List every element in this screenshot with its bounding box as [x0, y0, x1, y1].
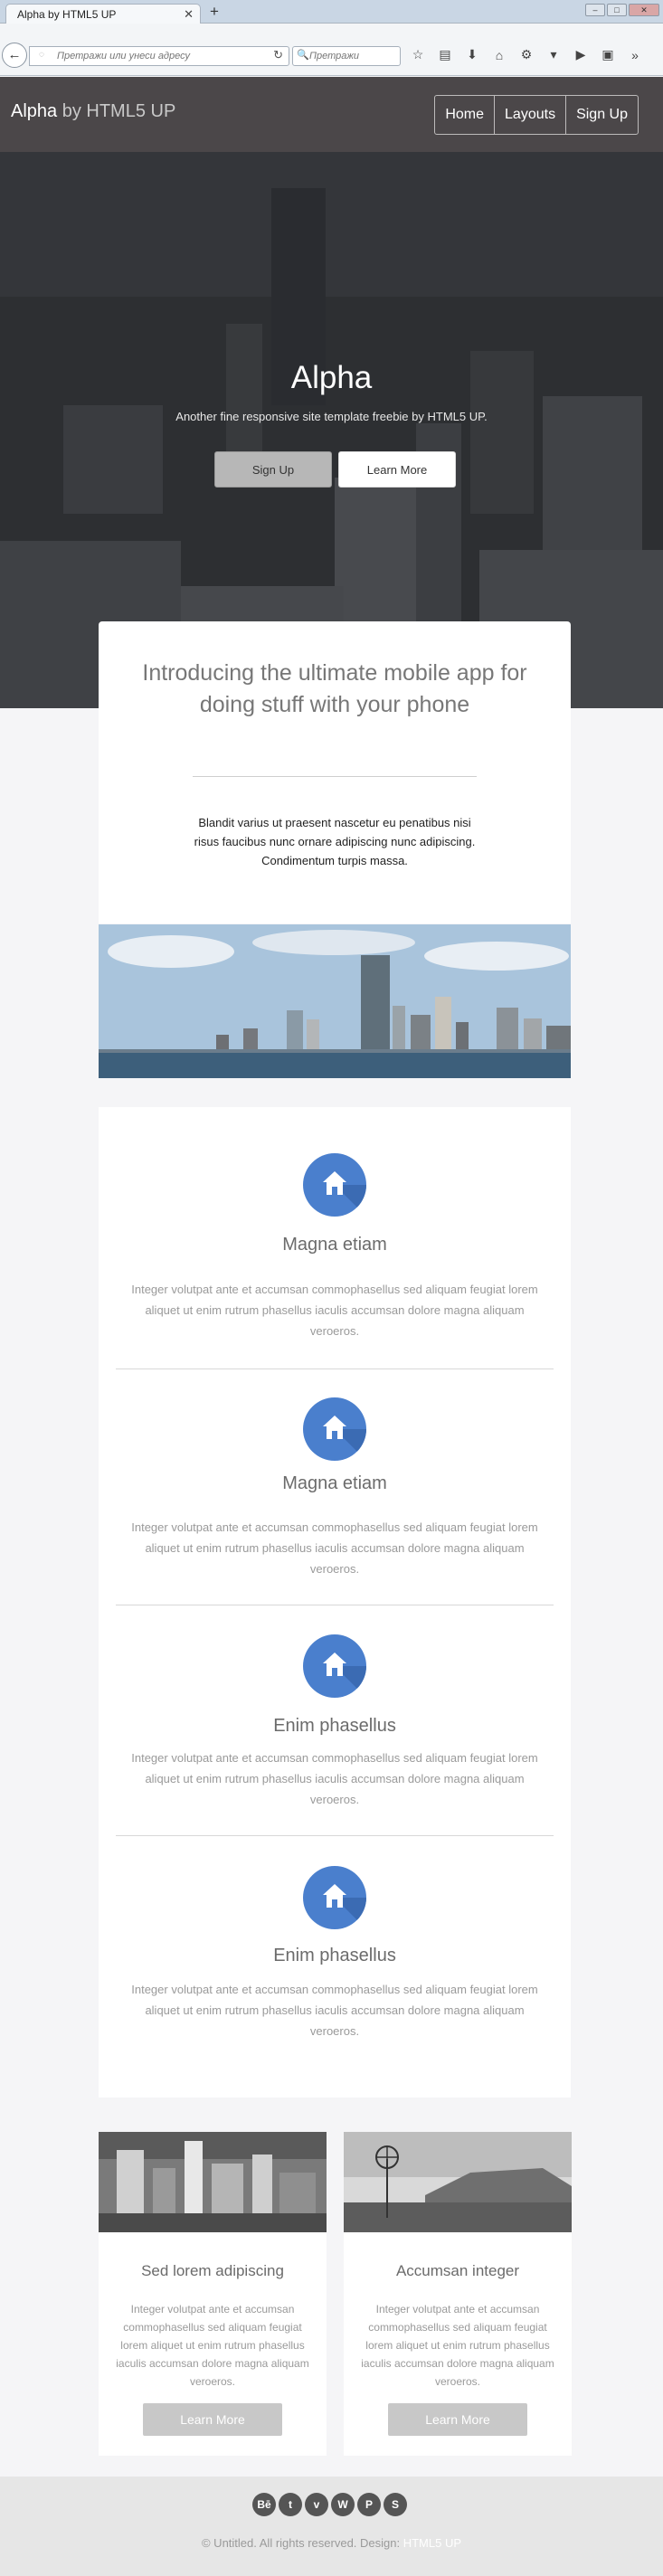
window-controls: – □ ✕ [585, 4, 659, 16]
vimeo-icon[interactable]: v [305, 2493, 328, 2516]
back-arrow-icon[interactable]: ← [2, 43, 27, 68]
intro-title: Introducing the ultimate mobile app for … [142, 660, 527, 717]
intro-divider [193, 776, 477, 777]
browser-tab[interactable]: Alpha by HTML5 UP ✕ [5, 4, 201, 25]
download-icon[interactable]: ⬇ [463, 47, 481, 62]
toolbar-icons: ☆ ▤ ⬇ ⌂ ⚙ ▾ ▶ ▣ » [409, 47, 644, 62]
nav-layouts[interactable]: Layouts [494, 96, 565, 134]
screenshot-icon[interactable]: ▣ [599, 47, 617, 62]
feature-divider [116, 1368, 554, 1369]
copyright-text: © Untitled. All rights reserved. Design: [201, 2536, 403, 2550]
search-input[interactable] [309, 47, 395, 65]
reload-icon[interactable]: ↻ [273, 48, 283, 62]
site-info-icon[interactable]: ◌ [39, 50, 44, 60]
home-icon [303, 1153, 366, 1217]
copyright: © Untitled. All rights reserved. Design:… [0, 2536, 663, 2550]
youtube-icon[interactable]: ▶ [572, 47, 590, 62]
design-credit-link[interactable]: HTML5 UP [403, 2536, 461, 2550]
behance-icon[interactable]: Bē [252, 2493, 276, 2516]
card-text: Integer volutpat ante et accumsan commop… [116, 2303, 309, 2388]
url-input[interactable] [57, 47, 256, 65]
wordpress-icon[interactable]: W [331, 2493, 355, 2516]
logo-main: Alpha [11, 101, 58, 121]
card-title: Accumsan integer [395, 2262, 520, 2279]
close-tab-icon[interactable]: ✕ [184, 5, 194, 24]
url-bar[interactable]: ◌ ↻ [29, 46, 289, 66]
feature-text: Integer volutpat ante et accumsan commop… [131, 1520, 538, 1576]
browser-tab-title: Alpha by HTML5 UP [17, 8, 117, 21]
feature-text: Integer volutpat ante et accumsan commop… [131, 1751, 538, 1806]
bookmarks-list-icon[interactable]: ▤ [436, 47, 454, 62]
site-logo[interactable]: Alpha by HTML5 UP [11, 101, 175, 122]
maximize-button[interactable]: □ [607, 4, 627, 16]
intro-text: Blandit varius ut praesent nascetur eu p… [194, 816, 476, 867]
browser-toolbar: ← ◌ ↻ 🔍 ☆ ▤ ⬇ ⌂ ⚙ ▾ ▶ ▣ » [0, 24, 663, 76]
feature-title: Magna etiam [282, 1235, 387, 1255]
features-section: Magna etiam Integer volutpat ante et acc… [99, 1107, 571, 2098]
nav-signup[interactable]: Sign Up [565, 96, 638, 134]
card-title: Sed lorem adipiscing [141, 2262, 284, 2279]
search-bar[interactable]: 🔍 [292, 46, 401, 66]
home-icon[interactable]: ⌂ [490, 48, 508, 62]
browser-tab-bar: Alpha by HTML5 UP ✕ + – □ ✕ [0, 0, 663, 25]
home-icon [303, 1866, 366, 1929]
feature-text: Integer volutpat ante et accumsan commop… [131, 1983, 538, 2038]
feature-text: Integer volutpat ante et accumsan commop… [131, 1283, 538, 1338]
addon-icon[interactable]: ⚙ [517, 47, 535, 62]
card-text: Integer volutpat ante et accumsan commop… [361, 2303, 554, 2388]
logo-by: by HTML5 UP [57, 101, 176, 121]
search-icon: 🔍 [297, 50, 309, 61]
home-icon [303, 1397, 366, 1461]
new-tab-button[interactable]: + [210, 4, 219, 20]
bookmark-star-icon[interactable]: ☆ [409, 47, 427, 62]
overflow-menu-icon[interactable]: » [626, 48, 644, 62]
skyline-image [99, 924, 571, 1078]
web-page: Alpha by HTML5 UP Home Layouts Sign Up A… [0, 77, 663, 2576]
hero-signup-button[interactable]: Sign Up [214, 451, 332, 488]
site-header: Alpha by HTML5 UP Home Layouts Sign Up [0, 77, 663, 152]
feature-divider [116, 1835, 554, 1836]
windmill-landscape-image [344, 2132, 572, 2232]
site-footer: Bē t v W P S © Untitled. All rights rese… [0, 2477, 663, 2576]
card-windmill: Accumsan integer Integer volutpat ante e… [344, 2132, 572, 2456]
nav-home[interactable]: Home [435, 96, 494, 134]
card-learn-more-button[interactable]: Learn More [388, 2403, 527, 2436]
hero-actions: Sign Up Learn More [214, 451, 456, 488]
tumblr-icon[interactable]: t [279, 2493, 302, 2516]
feature-title: Enim phasellus [273, 1946, 396, 1965]
close-window-button[interactable]: ✕ [629, 4, 659, 16]
hero-learn-more-button[interactable]: Learn More [338, 451, 456, 488]
minimize-button[interactable]: – [585, 4, 605, 16]
dropdown-icon[interactable]: ▾ [545, 47, 563, 62]
city-aerial-image [99, 2132, 327, 2232]
intro-section: Introducing the ultimate mobile app for … [99, 621, 571, 923]
card-city: Sed lorem adipiscing Integer volutpat an… [99, 2132, 327, 2456]
social-links: Bē t v W P S [252, 2493, 407, 2516]
skype-icon[interactable]: S [384, 2493, 407, 2516]
feature-title: Magna etiam [282, 1473, 387, 1493]
hero-subtitle: Another fine responsive site template fr… [175, 410, 488, 423]
hero-title: Alpha [290, 360, 373, 395]
card-learn-more-button[interactable]: Learn More [143, 2403, 282, 2436]
feature-title: Enim phasellus [273, 1716, 396, 1736]
pinterest-icon[interactable]: P [357, 2493, 381, 2516]
main-nav: Home Layouts Sign Up [434, 95, 639, 135]
home-icon [303, 1634, 366, 1698]
